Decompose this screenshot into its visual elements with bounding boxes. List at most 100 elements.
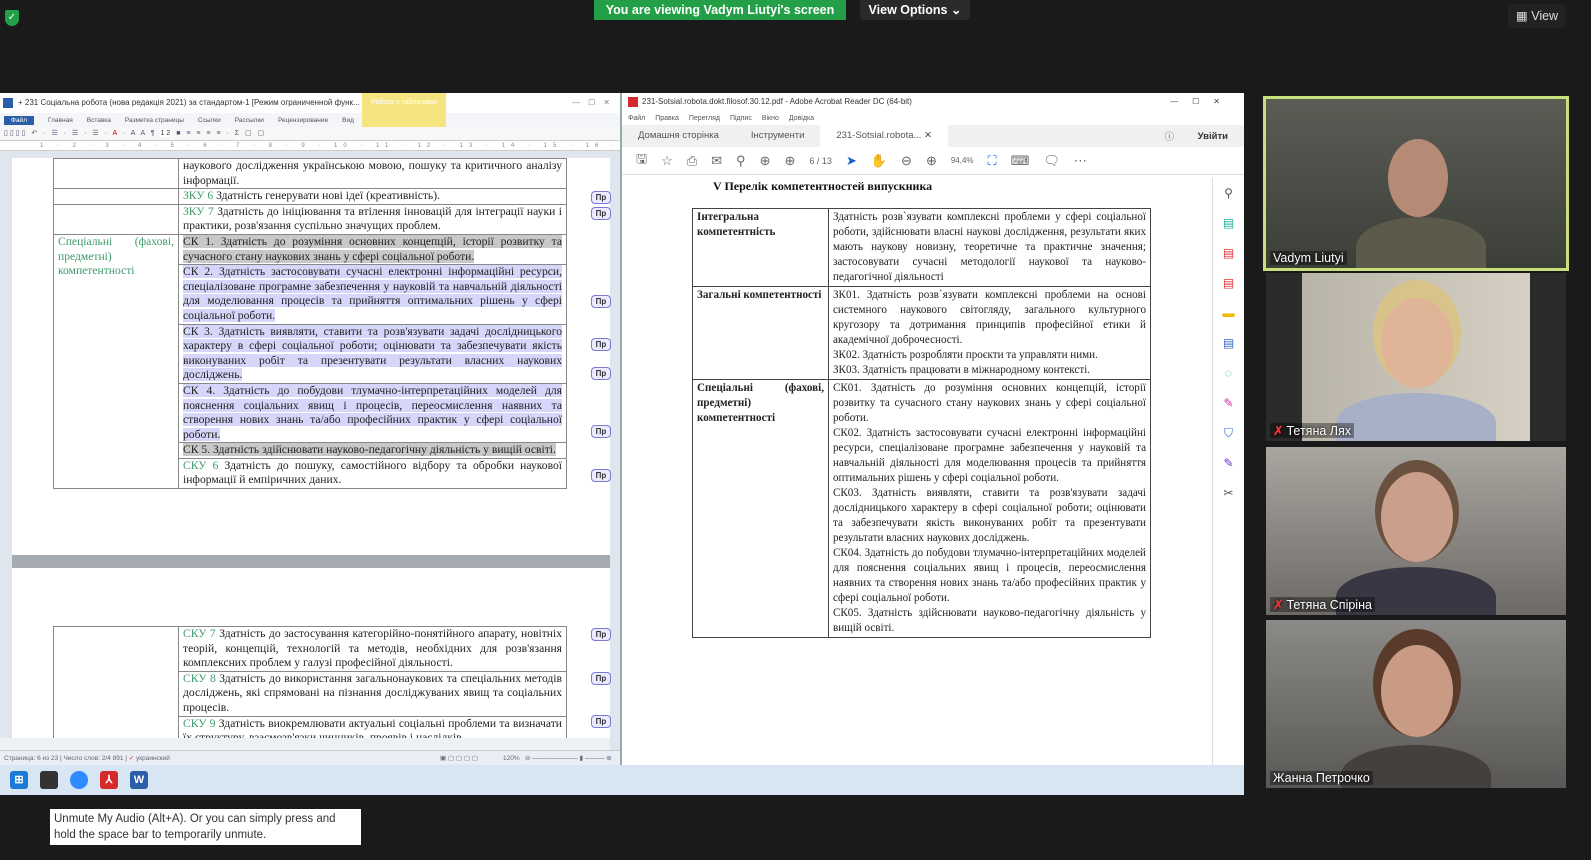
participant-tile[interactable]: ✗ Тетяна Спіріна — [1266, 447, 1566, 615]
tab[interactable]: Інструменти — [735, 125, 821, 147]
table-row[interactable]: ЗКУ 6 Здатність генерувати нові ідеї (кр… — [53, 188, 567, 205]
menu-item[interactable]: Правка — [655, 115, 679, 122]
word-count[interactable]: Число слов: 2/4 891 — [63, 755, 123, 762]
comment-balloon[interactable]: Пр — [591, 469, 611, 482]
word-page-2[interactable]: СКУ 7 Здатність до застосування категорі… — [12, 568, 610, 747]
export-pdf-icon[interactable]: ▤ — [1222, 276, 1236, 290]
language[interactable]: украинский — [136, 755, 170, 762]
more-icon[interactable]: ⋯ — [1074, 153, 1087, 169]
view-button[interactable]: ▦ View — [1508, 4, 1566, 28]
page-count[interactable]: Страница: 6 из 23 — [4, 755, 58, 762]
fill-sign-icon[interactable]: ✎ — [1222, 396, 1236, 410]
proofing-icon[interactable]: ✓ — [129, 755, 134, 762]
row-text[interactable]: СК 3. Здатність виявляти, ставити та роз… — [178, 323, 567, 384]
send-icon[interactable]: ▤ — [1222, 336, 1236, 350]
zoom-out-icon[interactable]: ⊖ — [901, 153, 912, 169]
view-buttons[interactable]: ▣ ▢ ▢ ▢ ▢ — [440, 751, 478, 766]
font-size-field[interactable]: 12 — [160, 130, 173, 137]
comment-balloon[interactable]: Пр — [591, 425, 611, 438]
encryption-shield-icon[interactable]: ✓ — [5, 10, 19, 26]
email-icon[interactable]: ✉ — [711, 153, 722, 169]
page-input[interactable]: 6 — [809, 156, 814, 166]
row-text[interactable]: ЗКУ 6 Здатність генерувати нові ідеї (кр… — [178, 188, 567, 205]
ribbon-tab[interactable]: Ссылки — [198, 117, 221, 124]
zoom-app-icon[interactable] — [70, 771, 88, 789]
comment-tool-icon[interactable]: ▬ — [1222, 306, 1236, 320]
table-row[interactable]: ЗКУ 7 Здатність до ініціювання та втілен… — [53, 203, 567, 235]
row-text[interactable]: ЗКУ 7 Здатність до ініціювання та втілен… — [178, 203, 567, 235]
protect-icon[interactable]: ⛉ — [1222, 426, 1236, 440]
word-toolbar[interactable]: ▯▯▯▯ ↶ · ☰ · ☰ · ☰ · A · A A ¶ 12 ■ ≡ ≡ … — [0, 127, 620, 141]
print-icon[interactable]: ⎙ — [687, 153, 697, 169]
participant-tile[interactable]: Vadym Liutyi — [1263, 96, 1569, 271]
next-page-icon[interactable]: ⊕ — [784, 153, 795, 169]
comment-balloon[interactable]: Пр — [591, 715, 611, 728]
row-text[interactable]: СК 2. Здатність застосовувати сучасні ел… — [178, 264, 567, 325]
competence-table-continued[interactable]: СКУ 7 Здатність до застосування категорі… — [53, 626, 567, 747]
acrobat-app-icon[interactable]: ⅄ — [100, 771, 118, 789]
menu-item[interactable]: Довідка — [789, 115, 814, 122]
table-tools-tab[interactable]: Работа с таблицами — [362, 93, 446, 127]
window-controls[interactable]: — ☐ ✕ — [572, 93, 610, 113]
comment-balloon[interactable]: Пр — [591, 367, 611, 380]
ribbon-tab[interactable]: Файл — [4, 115, 34, 125]
start-icon[interactable]: ⊞ — [10, 771, 28, 789]
comment-icon[interactable]: 🗨 — [1043, 153, 1060, 169]
zoom-slider[interactable]: ⊖ ——————— ▮ ——— ⊕ — [525, 751, 612, 766]
row-text[interactable]: СКУ 8 Здатність до використання загально… — [178, 670, 567, 717]
scan-icon[interactable]: ◌ — [1222, 366, 1236, 380]
document-tab[interactable]: 231-Sotsial.robota... ✕ — [820, 125, 949, 147]
menu-item[interactable]: Підпис — [730, 115, 752, 122]
select-cursor-icon[interactable]: ➤ — [846, 153, 857, 169]
close-tab-icon[interactable]: ✕ — [921, 130, 932, 141]
comment-balloon[interactable]: Пр — [591, 672, 611, 685]
menu-item[interactable]: Файл — [628, 115, 645, 122]
zoom-select[interactable]: 94,4% — [951, 156, 974, 165]
menu-item[interactable]: Перегляд — [689, 115, 720, 122]
tools-icon[interactable]: ✂ — [1222, 486, 1236, 500]
comment-balloon[interactable]: Пр — [591, 628, 611, 641]
zoom-tool-icon[interactable]: ⚲ — [1222, 186, 1236, 200]
menu-item[interactable]: Вікно — [762, 115, 779, 122]
prev-page-icon[interactable]: ⊕ — [760, 153, 771, 169]
ribbon-tab[interactable]: Рассылки — [235, 117, 264, 124]
window-controls[interactable]: —☐✕ — [1170, 93, 1234, 111]
fit-page-icon[interactable]: ⛶ — [988, 153, 997, 169]
ribbon-tab[interactable]: Разметка страницы — [125, 117, 184, 124]
tab[interactable]: Домашня сторінка — [622, 125, 735, 147]
ribbon-tab[interactable]: Рецензирование — [278, 117, 328, 124]
zoom-in-icon[interactable]: ⊕ — [926, 153, 937, 169]
ribbon-tab[interactable]: Вид — [342, 117, 354, 124]
ribbon-tab[interactable]: Главная — [48, 117, 73, 124]
row-text[interactable]: СК 5. Здатність здійснювати науково-педа… — [178, 442, 567, 459]
scroll-mode-icon[interactable]: ⌨ — [1011, 153, 1030, 169]
row-text[interactable]: СКУ 6 Здатність до пошуку, самостійного … — [178, 457, 567, 490]
sign-in-button[interactable]: Увійти — [1198, 131, 1228, 142]
comment-balloon[interactable]: Пр — [591, 338, 611, 351]
organize-pages-icon[interactable]: ▤ — [1222, 246, 1236, 260]
row-text[interactable]: СК 4. Здатність до побудови тлумачно-інт… — [178, 382, 567, 444]
comment-balloon[interactable]: Пр — [591, 207, 611, 220]
ruler[interactable]: 1 · 2 · 3 · 4 · 5 · 6 · 7 · 8 · 9 · 10 ·… — [0, 141, 620, 151]
ribbon-tab[interactable]: Вставка — [87, 117, 111, 124]
row-text[interactable]: наукового дослідження українською мовою,… — [178, 157, 567, 190]
hand-icon[interactable]: ✋ — [871, 153, 887, 169]
table-row[interactable]: Спеціальні (фахові, предметні) компетент… — [53, 233, 567, 490]
view-options-button[interactable]: View Options ⌄ — [860, 0, 970, 20]
bookmark-star-icon[interactable]: ☆ — [661, 153, 673, 169]
row-text[interactable]: СК 1. Здатність до розуміння основних ко… — [178, 233, 567, 266]
comment-balloon[interactable]: Пр — [591, 295, 611, 308]
save-icon[interactable]: 🖫 — [636, 150, 647, 172]
competence-table[interactable]: наукового дослідження українською мовою,… — [53, 157, 567, 490]
word-app-icon[interactable]: W — [130, 771, 148, 789]
word-page[interactable]: наукового дослідження українською мовою,… — [12, 157, 610, 555]
table-row[interactable]: наукового дослідження українською мовою,… — [53, 157, 567, 190]
participant-tile[interactable]: ✗ Тетяна Лях — [1266, 273, 1566, 441]
table-row[interactable]: СКУ 7 Здатність до застосування категорі… — [53, 626, 567, 747]
participant-tile[interactable]: Жанна Петрочко — [1266, 620, 1566, 788]
sign-icon[interactable]: ✎ — [1222, 456, 1236, 470]
task-view-icon[interactable] — [40, 771, 58, 789]
help-icon[interactable]: ⓘ — [1164, 129, 1174, 143]
horizontal-scrollbar[interactable] — [0, 738, 610, 750]
comment-balloon[interactable]: Пр — [591, 191, 611, 204]
